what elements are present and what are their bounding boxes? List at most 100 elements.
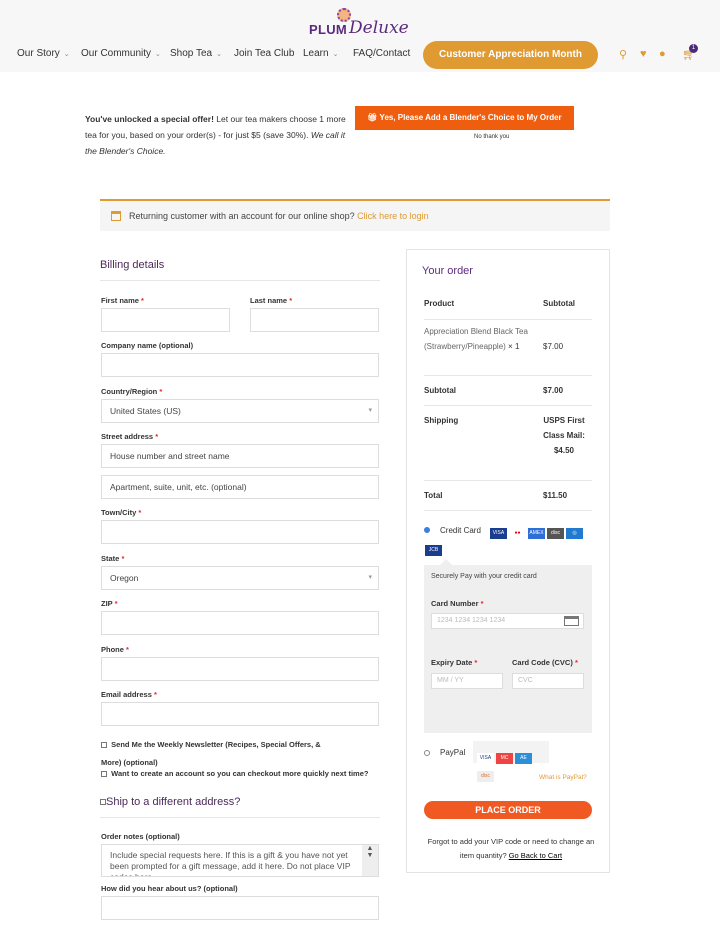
- paypal-logos: VISA MC AEdisc: [473, 741, 549, 783]
- divider: [100, 280, 380, 281]
- last-name-input[interactable]: [250, 308, 379, 332]
- last-name-label: Last name *: [250, 296, 293, 305]
- divider: [424, 405, 592, 406]
- offer-text: You've unlocked a special offer! Let our…: [85, 111, 350, 159]
- shipping-value: USPS First Class Mail: $4.50: [543, 416, 585, 455]
- subtotal-value: $7.00: [543, 386, 564, 395]
- calendar-icon: [111, 211, 121, 221]
- company-label: Company name (optional): [101, 341, 194, 350]
- company-input[interactable]: [101, 353, 379, 377]
- order-notes-label: Order notes (optional): [101, 832, 180, 841]
- cart-count-badge: 1: [689, 44, 698, 53]
- hear-about-input[interactable]: [101, 896, 379, 920]
- create-account-option: Want to create an account so you can che…: [101, 769, 368, 778]
- mastercard-icon: ●●: [509, 528, 526, 540]
- card-number-input[interactable]: 1234 1234 1234 1234: [431, 613, 584, 629]
- card-number-label: Card Number *: [431, 599, 484, 608]
- place-order-button[interactable]: PLACE ORDER: [424, 801, 592, 819]
- specials-button[interactable]: Customer Appreciation Month Specials: [423, 41, 598, 88]
- search-icon[interactable]: ⚲: [619, 48, 627, 61]
- nav-label: Our Community: [81, 48, 152, 59]
- expiry-input[interactable]: MM / YY: [431, 673, 503, 689]
- site-header: PLUM Deluxe Our Story ⌄ Our Community ⌄ Sho…: [0, 0, 720, 88]
- zip-label: ZIP *: [101, 599, 118, 608]
- cvc-input[interactable]: CVC: [512, 673, 584, 689]
- gift-icon: 🎁︎: [367, 113, 380, 122]
- divider: [424, 319, 592, 320]
- create-account-checkbox[interactable]: [101, 771, 107, 778]
- add-blenders-choice-button[interactable]: 🎁︎ Yes, Please Add a Blender's Choice to…: [355, 106, 574, 130]
- credit-card-panel: [424, 565, 592, 733]
- nav-our-community[interactable]: Our Community ⌄: [81, 48, 161, 59]
- order-notes-textarea[interactable]: Include special requests here. If this i…: [101, 844, 379, 877]
- nav-label: Learn: [303, 48, 329, 59]
- what-is-paypal-link[interactable]: What is PayPal?: [539, 774, 587, 781]
- ship-different-heading: Ship to a different address?: [100, 796, 240, 808]
- logo[interactable]: PLUM Deluxe: [309, 8, 409, 40]
- returning-customer-notice: Returning customer with an account for o…: [100, 199, 610, 231]
- textarea-scrollbar[interactable]: ▲ ▼: [362, 845, 378, 876]
- newsletter-checkbox[interactable]: [101, 742, 107, 749]
- shipping-label: Shipping: [424, 416, 459, 425]
- total-value: $11.50: [543, 491, 568, 500]
- town-input[interactable]: [101, 520, 379, 544]
- divider: [424, 375, 592, 376]
- nav-shop-tea[interactable]: Shop Tea ⌄: [170, 48, 222, 59]
- nav-label: Join Tea Club: [234, 48, 295, 59]
- phone-input[interactable]: [101, 657, 379, 681]
- paypal-label[interactable]: PayPal: [440, 745, 465, 760]
- divider: [424, 480, 592, 481]
- nav-learn[interactable]: Learn ⌄: [303, 48, 338, 59]
- chevron-down-icon: ⌄: [155, 51, 161, 58]
- email-input[interactable]: [101, 702, 379, 726]
- country-select[interactable]: United States (US): [101, 399, 379, 423]
- notice-text: Returning customer with an account for o…: [129, 211, 358, 221]
- expiry-label: Expiry Date *: [431, 658, 478, 667]
- apartment-input[interactable]: Apartment, suite, unit, etc. (optional): [101, 475, 379, 499]
- billing-title: Billing details: [100, 259, 165, 271]
- state-label: State *: [101, 554, 125, 563]
- divider: [100, 817, 380, 818]
- divider: [424, 510, 592, 511]
- hear-about-label: How did you hear about us? (optional): [101, 884, 238, 893]
- state-select[interactable]: Oregon: [101, 566, 379, 590]
- nav-label: FAQ/Contact: [353, 48, 411, 59]
- street-label: Street address *: [101, 432, 159, 441]
- nav-our-story[interactable]: Our Story ⌄: [17, 48, 70, 59]
- chevron-down-icon: ⌄: [332, 51, 339, 58]
- chevron-down-icon: ⌄: [63, 51, 70, 58]
- item-price: $7.00: [543, 342, 564, 351]
- amex-icon: AMEX: [528, 528, 545, 540]
- total-label: Total: [424, 491, 443, 500]
- chevron-down-icon: ⌄: [216, 51, 222, 58]
- street-input[interactable]: House number and street name: [101, 444, 379, 468]
- subtotal-label: Subtotal: [424, 386, 456, 395]
- heart-icon[interactable]: ♥: [640, 48, 647, 60]
- discover-icon: disc: [547, 528, 564, 540]
- nav-join-tea-club[interactable]: Join Tea Club: [234, 48, 294, 59]
- order-item: Appreciation Blend Black Tea (Strawberry…: [424, 327, 528, 351]
- back-to-cart-link[interactable]: Go Back to Cart: [509, 851, 562, 860]
- offer-bold: You've unlocked a special offer!: [85, 114, 214, 124]
- nav-faq-contact[interactable]: FAQ/Contact: [353, 48, 410, 59]
- paypal-radio[interactable]: [424, 750, 430, 756]
- card-logos: VISA ●● AMEX disc ◎: [488, 525, 583, 543]
- credit-card-icon: [564, 616, 579, 626]
- credit-card-radio[interactable]: [424, 527, 430, 533]
- credit-card-label[interactable]: Credit Card: [440, 523, 481, 538]
- first-name-input[interactable]: [101, 308, 230, 332]
- town-label: Town/City *: [101, 508, 142, 517]
- email-label: Email address *: [101, 690, 157, 699]
- newsletter-option: Send Me the Weekly Newsletter (Recipes, …: [101, 740, 321, 767]
- back-to-cart-text: Forgot to add your VIP code or need to c…: [427, 837, 595, 860]
- country-label: Country/Region *: [101, 387, 163, 396]
- user-icon[interactable]: ●: [659, 48, 666, 60]
- first-name-label: First name *: [101, 296, 144, 305]
- order-title: Your order: [422, 265, 473, 277]
- product-header: Product: [424, 299, 455, 308]
- visa-icon: VISA: [490, 528, 507, 540]
- no-thanks-link[interactable]: No thank you: [474, 134, 509, 140]
- zip-input[interactable]: [101, 611, 379, 635]
- panel-arrow: [440, 559, 452, 565]
- login-link[interactable]: Click here to login: [357, 211, 429, 221]
